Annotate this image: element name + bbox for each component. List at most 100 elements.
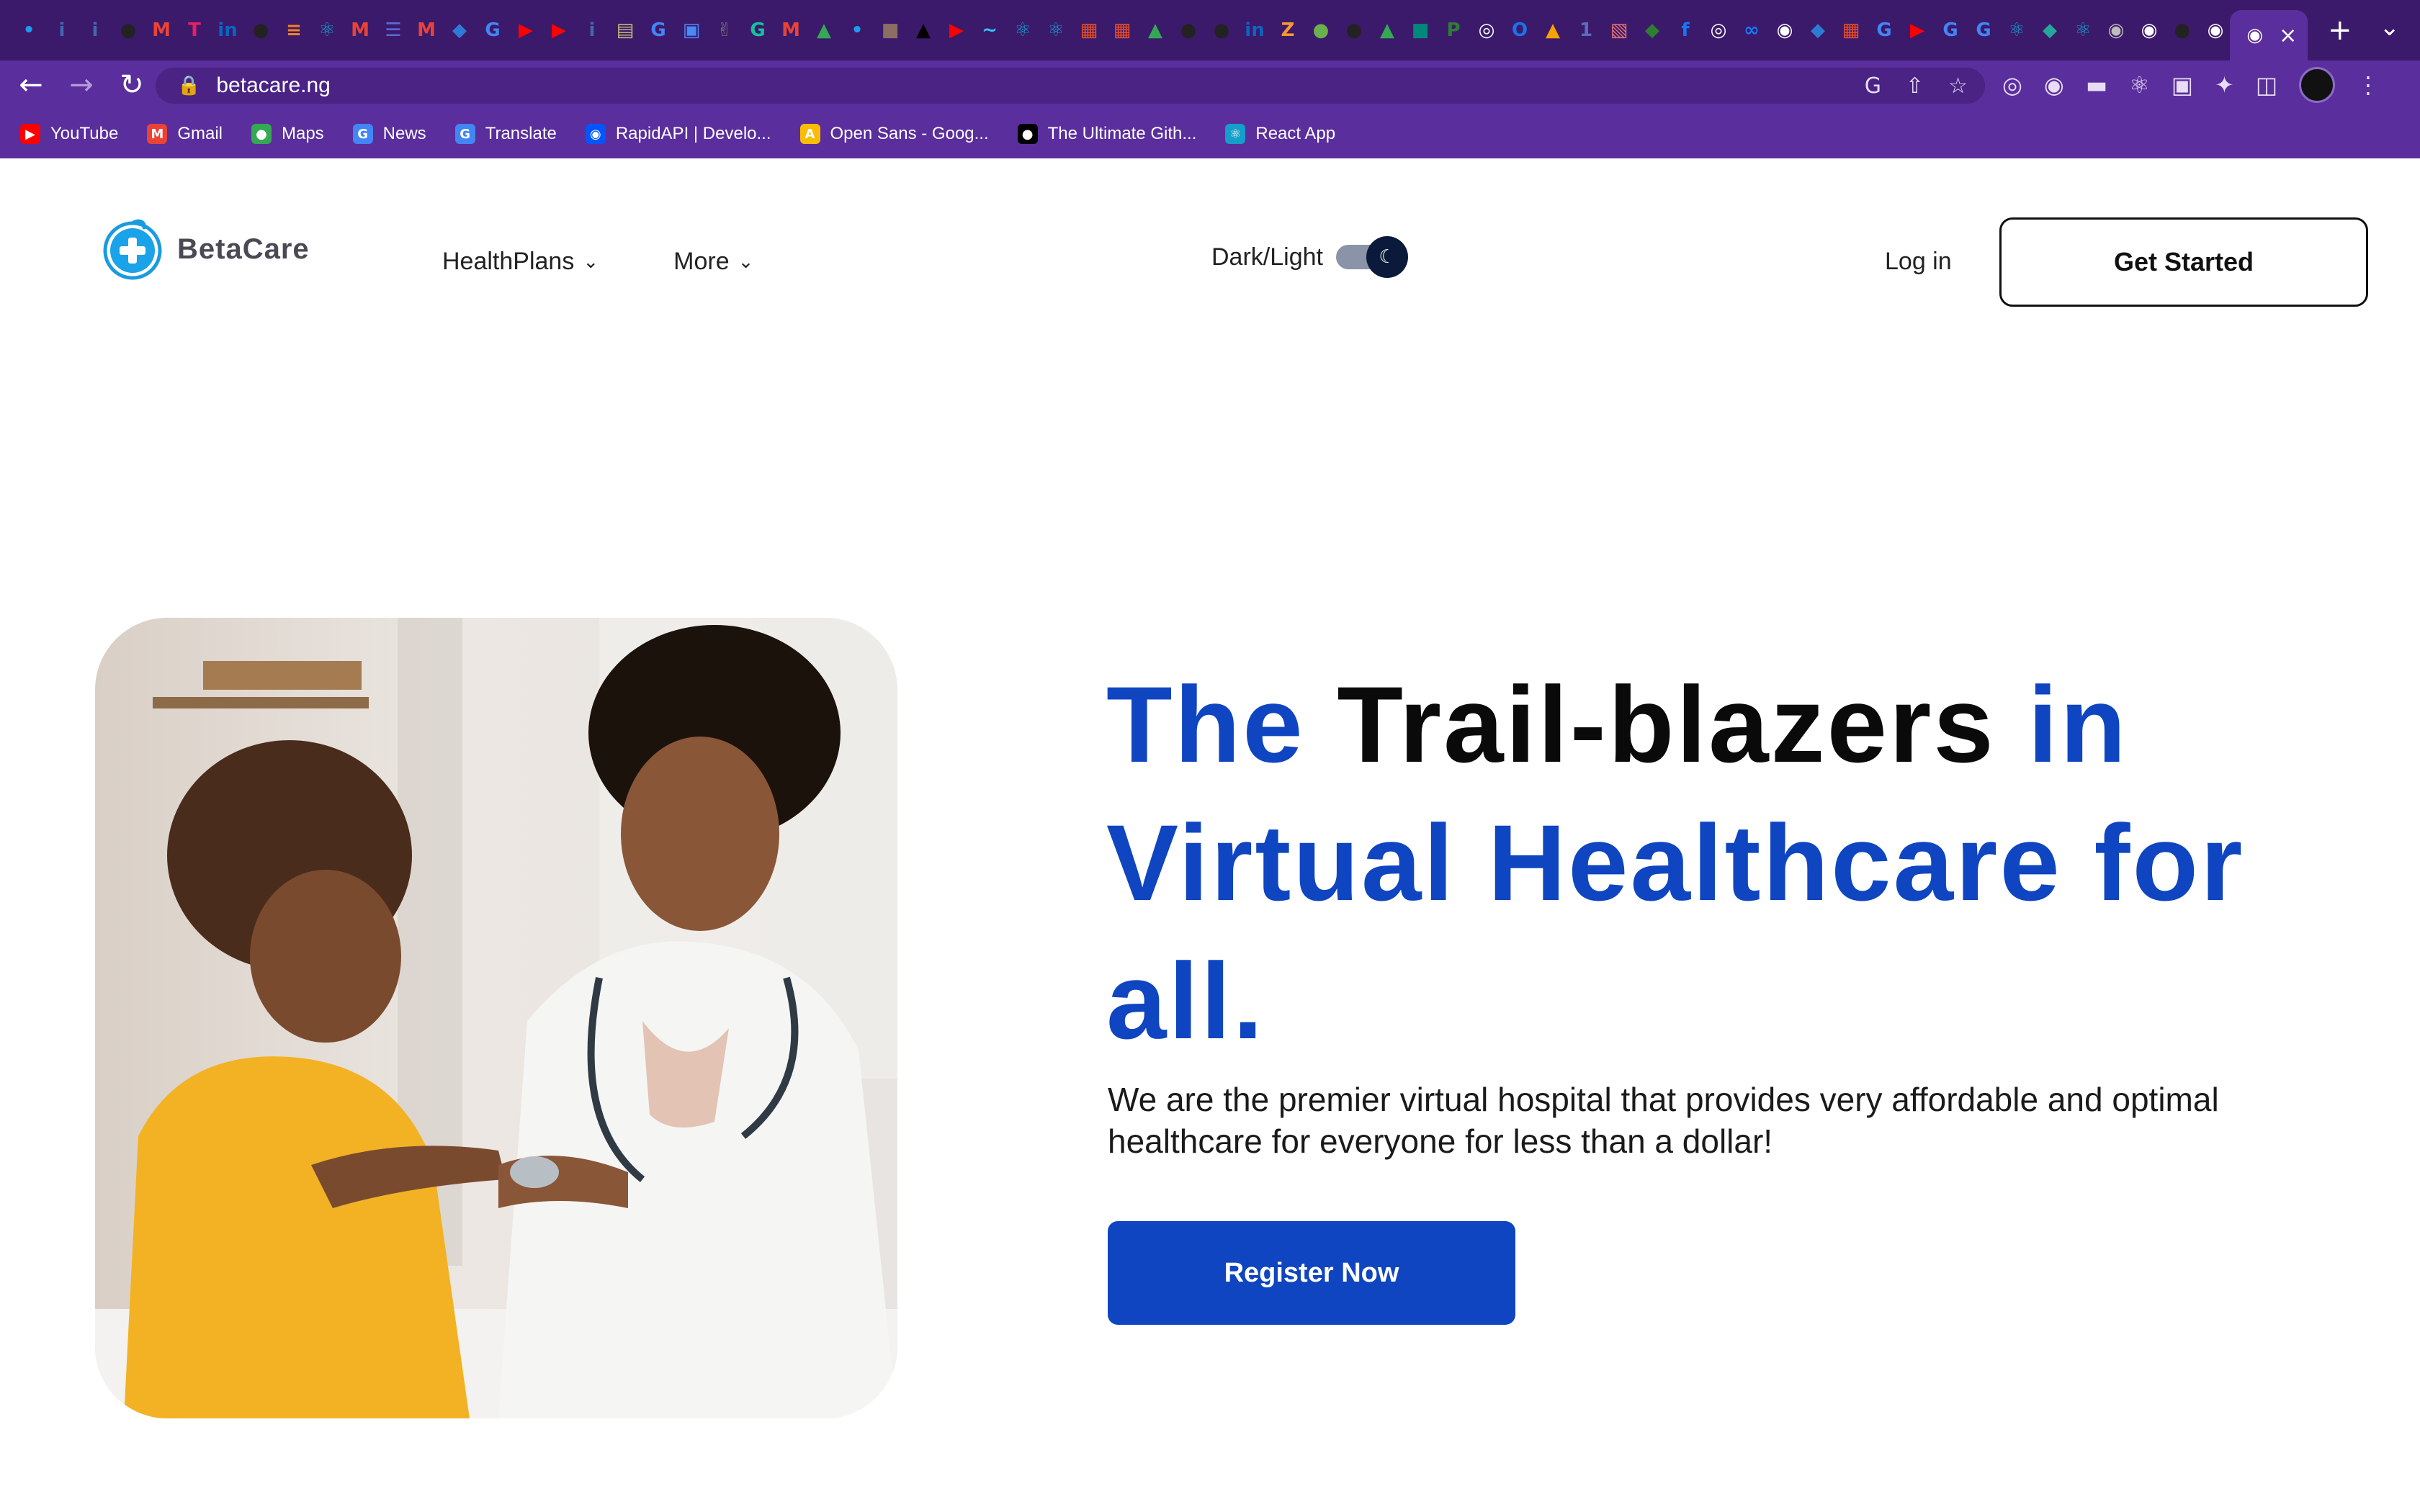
google-icon[interactable]: G [1969,16,1998,45]
nav-healthplans[interactable]: HealthPlans ⌄ [442,248,599,276]
target-icon[interactable]: ◎ [2002,71,2022,99]
extension-icon[interactable]: ◉ [2044,71,2064,99]
nav-more[interactable]: More ⌄ [673,248,753,276]
counter-icon[interactable]: 1 [1572,16,1600,45]
circle-icon[interactable]: ● [1307,16,1335,45]
info-icon[interactable]: i [81,16,109,45]
stackoverflow-icon[interactable]: ≡ [279,16,308,45]
youtube-icon[interactable]: ▶ [511,16,540,45]
github-icon[interactable]: ● [1340,16,1368,45]
bookmark-icon[interactable]: ▲ [1538,16,1567,45]
back-button[interactable]: ← [6,68,56,102]
react-icon[interactable]: ⚛ [2069,16,2097,45]
pl-icon[interactable]: P [1439,16,1468,45]
google-icon[interactable]: G [1865,73,1881,99]
meta-icon[interactable]: ∞ [1737,16,1766,45]
bookmark-item[interactable]: ● The Ultimate Gith... [1017,124,1196,144]
bookmark-item[interactable]: G News [352,124,426,144]
globe-icon[interactable]: ◎ [1704,16,1733,45]
vscode-icon[interactable]: ◆ [445,16,474,45]
google-icon[interactable]: G [1936,16,1965,45]
diamond-icon[interactable]: ◆ [2035,16,2064,45]
gmail-icon[interactable]: M [412,16,441,45]
grammarly-icon[interactable]: G [743,16,772,45]
t-icon[interactable]: T [180,16,209,45]
bookmark-item[interactable]: ▶ YouTube [20,124,118,144]
puzzle-icon[interactable]: ✦ [2215,71,2234,99]
react-icon[interactable]: ⚛ [313,16,341,45]
react-icon[interactable]: ⚛ [2002,16,2031,45]
chrome-icon[interactable]: ◉ [1770,16,1799,45]
active-tab[interactable]: ◉ × [2230,10,2308,60]
bookmark-item[interactable]: ● Maps [251,124,324,144]
github-icon[interactable]: ● [246,16,275,45]
get-started-button[interactable]: Get Started [1999,217,2368,307]
register-now-button[interactable]: Register Now [1108,1221,1515,1325]
brand-logo[interactable]: BetaCare [101,217,310,281]
meet-icon[interactable]: ■ [1406,16,1435,45]
twitter-icon[interactable]: • [14,16,43,45]
drive-icon[interactable]: ▲ [1373,16,1402,45]
tailwind-icon[interactable]: ∼ [975,16,1004,45]
image-icon[interactable]: ■ [876,16,905,45]
twitter-icon[interactable]: • [843,16,871,45]
url-text[interactable]: betacare.ng [216,73,330,98]
react-icon[interactable]: ⚛ [1041,16,1070,45]
sidebar-icon[interactable]: ◫ [2256,71,2277,99]
close-icon[interactable]: × [2279,23,2297,48]
google-icon[interactable]: G [478,16,507,45]
document-icon[interactable]: ▤ [611,16,640,45]
snippet-icon[interactable]: ▧ [1605,16,1634,45]
reload-button[interactable]: ↻ [107,68,157,102]
star-icon[interactable]: ☆ [1948,73,1968,99]
github-icon[interactable]: ● [2168,16,2197,45]
youtube-icon[interactable]: ▶ [544,16,573,45]
new-tab-button[interactable]: + [2328,14,2352,47]
chrome-icon[interactable]: ◉ [2135,16,2164,45]
triangle-icon[interactable]: ▲ [909,16,938,45]
peace-icon[interactable]: ✌ [710,16,739,45]
linkedin-icon[interactable]: in [1240,16,1269,45]
github-icon[interactable]: ● [1174,16,1203,45]
extension-icon[interactable]: ▬ [2086,71,2107,99]
chrome-icon[interactable]: ◉ [2201,16,2230,45]
facebook-icon[interactable]: f [1671,16,1700,45]
microsoft-icon[interactable]: ▦ [1075,16,1103,45]
store-icon[interactable]: ▣ [677,16,706,45]
share-icon[interactable]: ⇧ [1906,73,1924,99]
bookmark-item[interactable]: A Open Sans - Goog... [799,124,989,144]
microsoft-icon[interactable]: ▦ [1837,16,1865,45]
react-icon[interactable]: ⚛ [2129,71,2150,99]
list-icon[interactable]: ☰ [379,16,408,45]
chrome-icon[interactable]: ◉ [2102,16,2130,45]
microsoft-icon[interactable]: ▦ [1108,16,1137,45]
theme-toggle[interactable]: ☾ [1335,236,1408,278]
google-icon[interactable]: G [1870,16,1899,45]
github-icon[interactable]: ● [1207,16,1236,45]
chevron-down-icon[interactable]: ⌄ [2380,13,2401,42]
zeplin-icon[interactable]: Z [1273,16,1302,45]
bookmark-item[interactable]: ⚛ React App [1225,124,1335,144]
gmail-icon[interactable]: M [776,16,805,45]
login-link[interactable]: Log in [1885,248,1952,276]
vscode-icon[interactable]: ◆ [1803,16,1832,45]
github-icon[interactable]: ● [114,16,143,45]
address-bar[interactable]: 🔒 betacare.ng G ⇧ ☆ [156,68,1985,104]
react-icon[interactable]: ⚛ [1008,16,1037,45]
menu-icon[interactable]: ⋮ [2357,71,2380,99]
youtube-icon[interactable]: ▶ [1903,16,1932,45]
youtube-icon[interactable]: ▶ [942,16,971,45]
green-icon[interactable]: ◆ [1638,16,1667,45]
gmail-icon[interactable]: M [346,16,375,45]
avatar[interactable] [2299,67,2336,103]
gmail-icon[interactable]: M [147,16,176,45]
drive-icon[interactable]: ▲ [1141,16,1170,45]
google-icon[interactable]: G [644,16,673,45]
globe-icon[interactable]: ◎ [1472,16,1501,45]
bookmark-item[interactable]: M Gmail [147,124,223,144]
bookmark-item[interactable]: G Translate [454,124,557,144]
forward-button[interactable]: → [56,68,107,102]
drive-icon[interactable]: ▲ [810,16,838,45]
bookmark-item[interactable]: ◉ RapidAPI | Develo... [585,124,771,144]
linkedin-icon[interactable]: in [213,16,242,45]
